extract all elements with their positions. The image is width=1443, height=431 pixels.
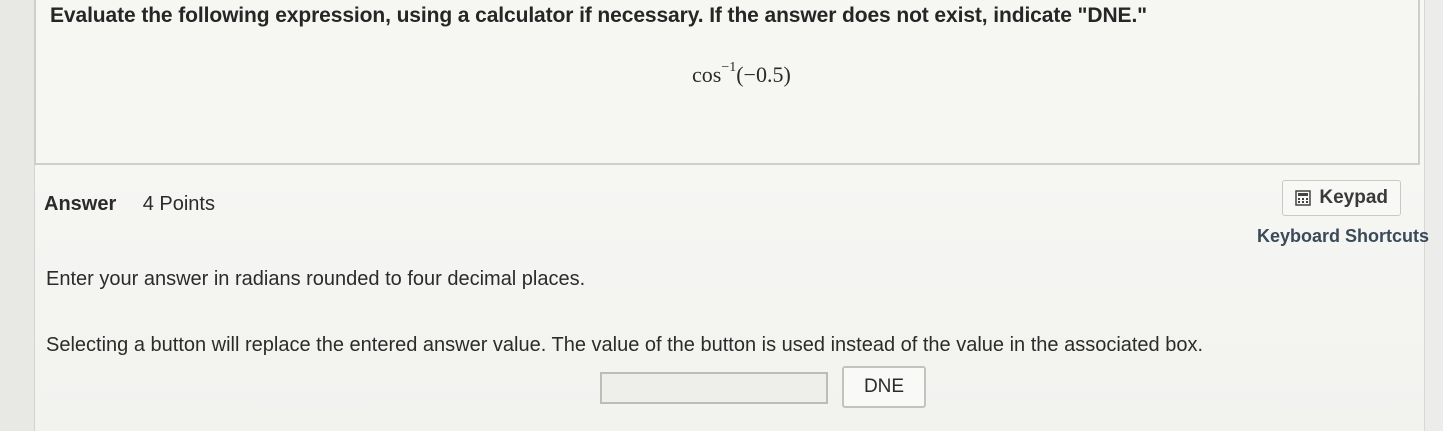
math-expression: cos−1(−0.5) (692, 59, 791, 88)
points-label: 4 Points (142, 193, 215, 215)
keyboard-shortcuts-link[interactable]: Keyboard Shortcuts (1237, 226, 1429, 247)
keypad-button[interactable]: Keypad (1282, 180, 1401, 216)
button-replace-note: Selecting a button will replace the ente… (46, 334, 1204, 356)
answer-instruction: Enter your answer in radians rounded to … (46, 268, 586, 290)
answer-label: Answer (44, 193, 117, 215)
expression-argument: (−0.5) (736, 62, 791, 87)
right-scrollbar[interactable] (1424, 0, 1443, 431)
answer-input[interactable] (600, 372, 828, 404)
calculator-icon (1295, 190, 1312, 206)
question-panel: Evaluate the following expression, using… (34, 0, 1420, 165)
expression-function: cos (692, 62, 722, 87)
question-prompt: Evaluate the following expression, using… (50, 4, 1148, 27)
left-edge (0, 0, 35, 431)
dne-button[interactable]: DNE (842, 366, 926, 408)
tools-panel: Keypad Keyboard Shortcuts (1237, 180, 1429, 247)
page: Evaluate the following expression, using… (0, 0, 1443, 431)
expression-exponent: −1 (721, 59, 737, 75)
keypad-label: Keypad (1319, 187, 1388, 208)
answer-header: Answer 4 Points (44, 193, 215, 216)
